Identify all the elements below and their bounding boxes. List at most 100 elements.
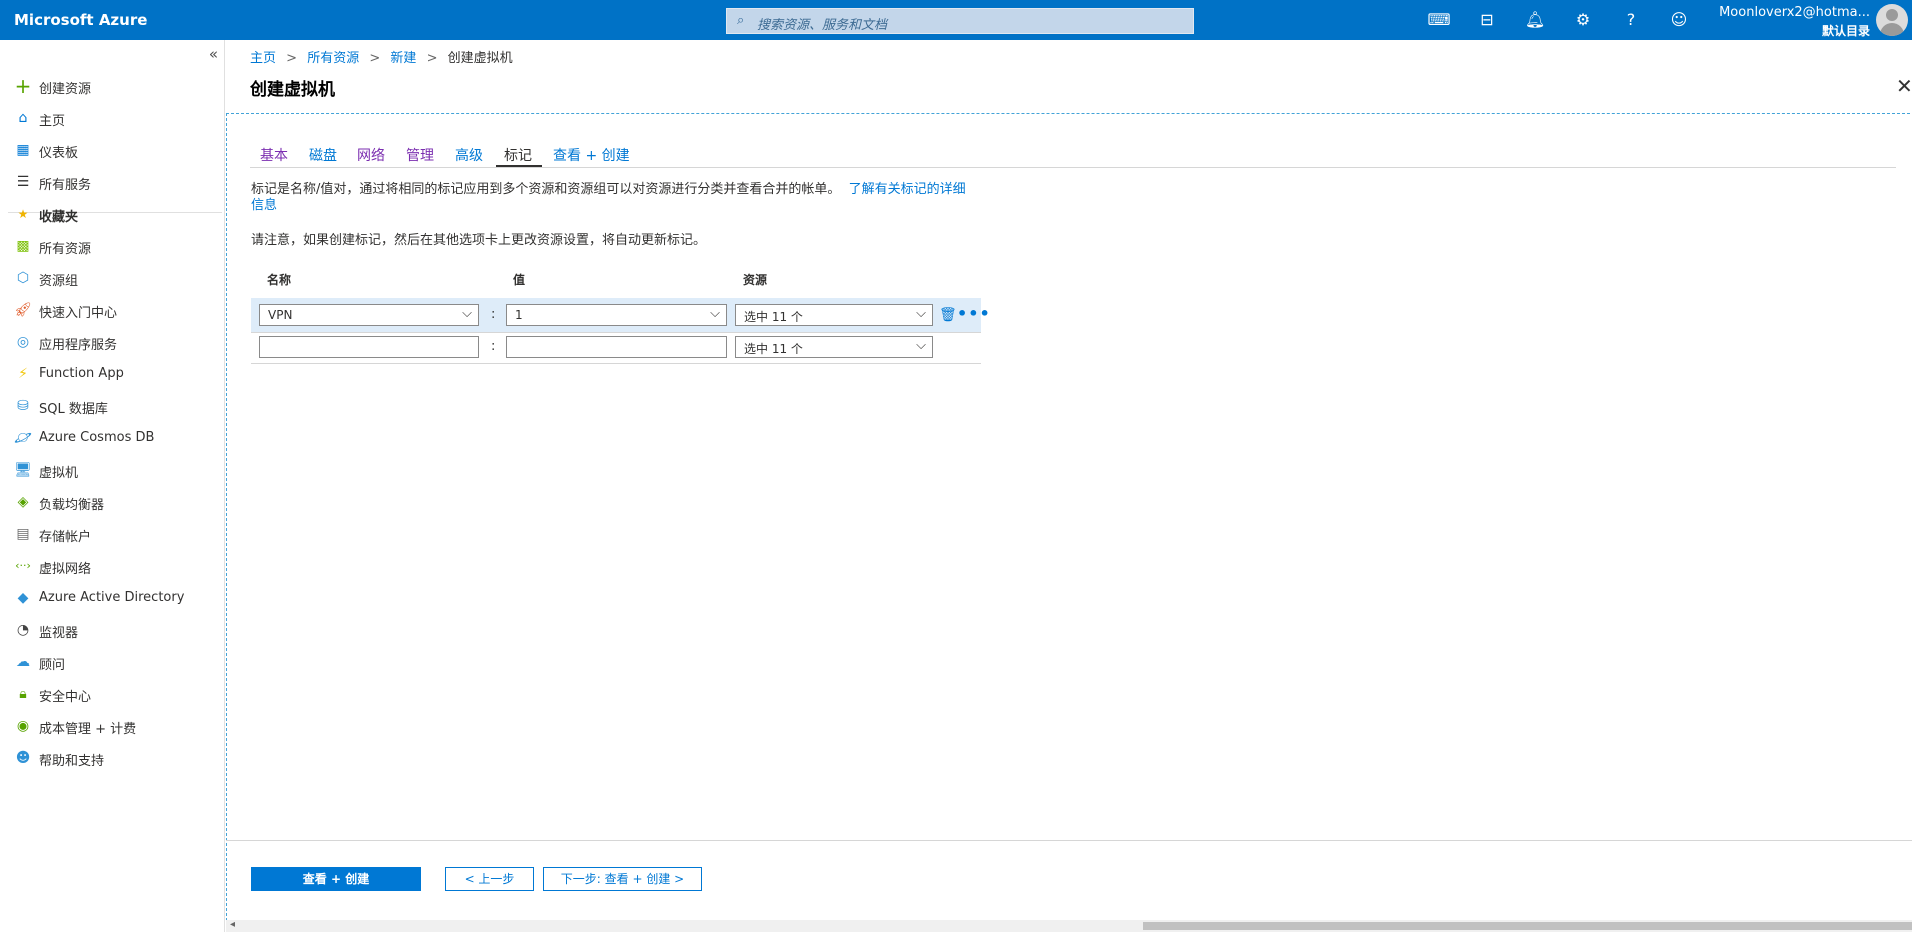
column-header-value: 值 xyxy=(513,273,526,287)
chevron-down-icon: ⌵ xyxy=(916,338,926,353)
column-header-resource: 资源 xyxy=(743,273,768,287)
cost-icon: ◉ xyxy=(16,718,30,734)
tag-resource-select[interactable]: 选中 11 个 ⌵ xyxy=(735,336,933,358)
function-icon: ⚡ xyxy=(18,366,28,382)
tab-disks[interactable]: 磁盘 xyxy=(309,145,337,165)
vm-icon: 🖥︎ xyxy=(14,462,32,478)
tab-advanced[interactable]: 高级 xyxy=(455,145,483,165)
delete-icon[interactable]: 🗑︎ xyxy=(939,307,957,323)
advisor-icon: ☁ xyxy=(16,654,30,670)
breadcrumb-all-resources[interactable]: 所有资源 xyxy=(307,51,359,66)
sidebar-item-virtual-machines[interactable]: 🖥︎ 虚拟机 xyxy=(0,456,224,484)
sidebar-item-advisor[interactable]: ☁ 顾问 xyxy=(0,648,224,676)
sidebar-item-sql-database[interactable]: ⛁ SQL 数据库 xyxy=(0,392,224,420)
sidebar-item-quickstart[interactable]: 🚀︎ 快速入门中心 xyxy=(0,296,224,324)
chevron-down-icon: ⌵ xyxy=(462,306,472,321)
tag-resource-value: 选中 11 个 xyxy=(744,342,803,356)
sidebar-item-cosmos-db[interactable]: 🪐︎ Azure Cosmos DB xyxy=(0,424,224,452)
aad-icon: ◆ xyxy=(17,590,29,606)
breadcrumb-current: 创建虚拟机 xyxy=(447,51,513,66)
help-icon: ☻ xyxy=(15,750,31,766)
sidebar-item-azure-ad[interactable]: ◆ Azure Active Directory xyxy=(0,584,224,612)
page-title: 创建虚拟机 xyxy=(250,80,335,100)
load-balancer-icon: ◈ xyxy=(17,494,29,510)
sidebar-item-cost-management[interactable]: ◉ 成本管理 + 计费 xyxy=(0,712,224,740)
help-icon[interactable]: ? xyxy=(1618,9,1644,31)
rocket-icon: 🚀︎ xyxy=(14,302,32,318)
sidebar-item-virtual-networks[interactable]: ‹··› 虚拟网络 xyxy=(0,552,224,580)
account-menu[interactable]: Moonloverx2@hotma... 默认目录 xyxy=(1690,5,1870,39)
breadcrumb-home[interactable]: 主页 xyxy=(250,51,276,66)
vnet-icon: ‹··› xyxy=(15,559,31,572)
tab-basics[interactable]: 基本 xyxy=(260,145,288,165)
sidebar-item-resource-groups[interactable]: ⬡ 资源组 xyxy=(0,264,224,292)
close-icon[interactable]: ✕ xyxy=(1896,74,1912,98)
cosmos-icon: 🪐︎ xyxy=(14,430,32,446)
tag-value-select[interactable]: 1 ⌵ xyxy=(506,304,727,326)
dashboard-icon: ▦ xyxy=(16,142,30,158)
tab-management[interactable]: 管理 xyxy=(406,145,434,165)
directory-filter-icon[interactable]: ⊟ xyxy=(1474,9,1500,31)
colon-separator: : xyxy=(491,339,496,354)
app-service-icon: ◎ xyxy=(16,334,30,350)
search-box[interactable]: ⌕ 搜索资源、服务和文档 xyxy=(726,8,1194,34)
breadcrumb-new[interactable]: 新建 xyxy=(390,51,416,66)
sidebar-item-monitor[interactable]: ◔ 监视器 xyxy=(0,616,224,644)
sidebar-item-help-support[interactable]: ☻ 帮助和支持 xyxy=(0,744,224,772)
sql-icon: ⛁ xyxy=(17,398,29,414)
resource-group-icon: ⬡ xyxy=(16,270,30,286)
account-email: Moonloverx2@hotma... xyxy=(1719,5,1870,20)
notifications-icon[interactable]: 🔔︎ xyxy=(1522,9,1548,31)
tab-review-create[interactable]: 查看 + 创建 xyxy=(553,145,630,165)
account-directory: 默认目录 xyxy=(1821,24,1870,38)
tags-note: 请注意，如果创建标记，然后在其他选项卡上更改资源设置，将自动更新标记。 xyxy=(251,233,707,248)
tag-resource-select[interactable]: 选中 11 个 ⌵ xyxy=(735,304,933,326)
more-options-icon[interactable]: ••• xyxy=(957,304,991,323)
tag-name-select[interactable]: VPN ⌵ xyxy=(259,304,479,326)
sidebar-item-home[interactable]: ⌂ 主页 xyxy=(0,104,224,132)
description-text: 标记是名称/值对，通过将相同的标记应用到多个资源和资源组可以对资源进行分类并查看… xyxy=(251,182,841,197)
tab-networking[interactable]: 网络 xyxy=(357,145,385,165)
sidebar-item-storage-accounts[interactable]: ▤ 存储帐户 xyxy=(0,520,224,548)
search-icon: ⌕ xyxy=(737,13,745,28)
sidebar-item-all-services[interactable]: ☰ 所有服务 xyxy=(0,168,224,196)
feedback-icon[interactable]: ☺ xyxy=(1666,9,1692,31)
tag-resource-value: 选中 11 个 xyxy=(744,310,803,324)
breadcrumb-separator: > xyxy=(426,51,438,66)
breadcrumb-separator: > xyxy=(286,51,298,66)
scrollbar-thumb[interactable] xyxy=(1143,922,1912,930)
chevron-down-icon: ⌵ xyxy=(916,306,926,321)
sidebar-item-function-app[interactable]: ⚡ Function App xyxy=(0,360,224,388)
grid-icon: ▩ xyxy=(16,238,30,254)
horizontal-scrollbar[interactable]: ◂ xyxy=(226,919,1912,932)
sidebar-favorites-header: ★ 收藏夹 xyxy=(0,200,224,228)
breadcrumb-separator: > xyxy=(369,51,381,66)
avatar[interactable] xyxy=(1876,4,1908,36)
sidebar-item-all-resources[interactable]: ▩ 所有资源 xyxy=(0,232,224,260)
sidebar-item-dashboard[interactable]: ▦ 仪表板 xyxy=(0,136,224,164)
tab-tags[interactable]: 标记 xyxy=(504,145,532,165)
brand-logo[interactable]: Microsoft Azure xyxy=(14,11,147,29)
plus-icon: + xyxy=(14,74,32,98)
next-button[interactable]: 下一步: 查看 + 创建 > xyxy=(543,867,702,891)
divider xyxy=(226,840,1912,841)
divider xyxy=(250,167,1896,168)
previous-button[interactable]: < 上一步 xyxy=(445,867,534,891)
collapse-sidebar-icon[interactable]: « xyxy=(209,45,218,63)
scroll-left-icon[interactable]: ◂ xyxy=(230,919,235,930)
sidebar-item-load-balancers[interactable]: ◈ 负载均衡器 xyxy=(0,488,224,516)
cloud-shell-icon[interactable]: ⌨ xyxy=(1426,9,1452,31)
security-icon: 🔒︎ xyxy=(19,686,27,702)
divider xyxy=(251,332,981,333)
divider xyxy=(251,363,981,364)
search-placeholder: 搜索资源、服务和文档 xyxy=(757,18,888,33)
tag-name-input[interactable] xyxy=(259,336,479,358)
sidebar-item-security-center[interactable]: 🔒︎ 安全中心 xyxy=(0,680,224,708)
star-icon: ★ xyxy=(17,207,29,221)
chevron-down-icon: ⌵ xyxy=(710,306,720,321)
review-create-button[interactable]: 查看 + 创建 xyxy=(251,867,421,891)
tag-value-input[interactable] xyxy=(506,336,727,358)
sidebar-item-create-resource[interactable]: + 创建资源 xyxy=(0,72,224,100)
settings-icon[interactable]: ⚙ xyxy=(1570,9,1596,31)
sidebar-item-app-services[interactable]: ◎ 应用程序服务 xyxy=(0,328,224,356)
